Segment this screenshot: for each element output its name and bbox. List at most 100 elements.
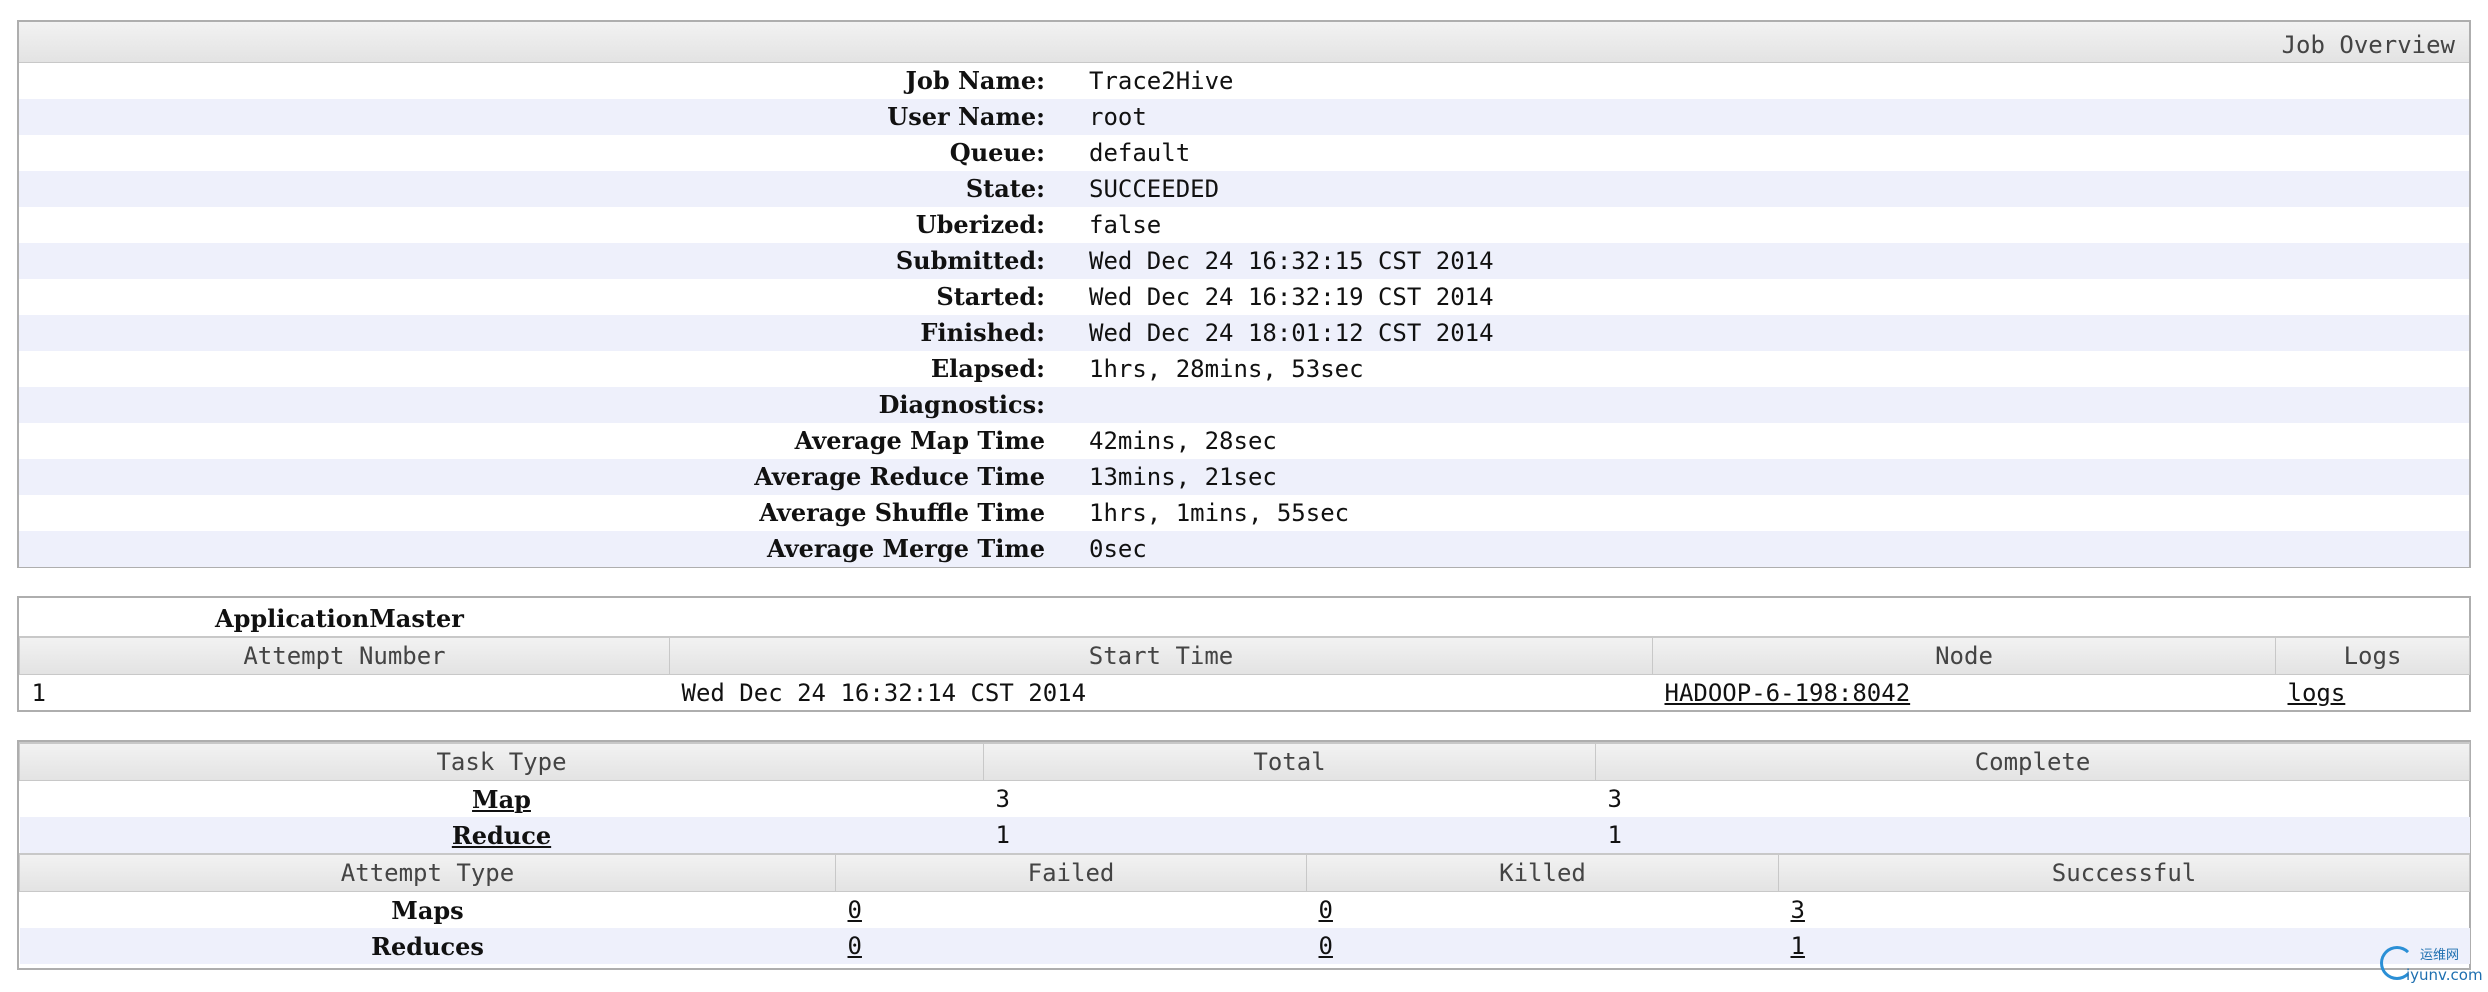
elapsed-label: Elapsed: xyxy=(930,354,1045,383)
application-master-header-row: Attempt Number Start Time Node Logs xyxy=(19,636,2470,675)
watermark-text-cn: 运维网 xyxy=(2420,948,2460,963)
overview-row-user-name: User Name: root xyxy=(19,99,2469,135)
elapsed-value: 1hrs, 28mins, 53sec xyxy=(1089,355,1364,383)
finished-value: Wed Dec 24 18:01:12 CST 2014 xyxy=(1089,319,1494,347)
table-row: Reduces 0 0 1 xyxy=(19,928,2470,964)
started-value: Wed Dec 24 16:32:19 CST 2014 xyxy=(1089,283,1494,311)
complete-cell: 3 xyxy=(1607,785,1622,813)
submitted-value: Wed Dec 24 16:32:15 CST 2014 xyxy=(1089,247,1494,275)
successful-cell: 3 xyxy=(1779,892,2470,929)
avg-merge-time-value: 0sec xyxy=(1089,535,1147,563)
reduces-killed-link[interactable]: 0 xyxy=(1319,932,1333,960)
job-overview-header: Job Overview xyxy=(19,22,2469,63)
started-label: Started: xyxy=(936,282,1045,311)
table-row: Map 3 3 xyxy=(20,781,2470,818)
watermark-text-en: iyunv.com xyxy=(2406,966,2483,984)
maps-successful-link[interactable]: 3 xyxy=(1791,896,1805,924)
col-header-attempt-type: Attempt Type xyxy=(19,853,836,892)
watermark-logo: 运维网 iyunv.com xyxy=(2380,944,2483,990)
overview-row-started: Started: Wed Dec 24 16:32:19 CST 2014 xyxy=(19,279,2469,315)
logs-link[interactable]: logs xyxy=(2288,679,2346,707)
total-cell: 1 xyxy=(983,817,1596,853)
job-name-label: Job Name: xyxy=(905,66,1045,95)
col-header-start-time[interactable]: Start Time xyxy=(669,636,1653,675)
state-value: SUCCEEDED xyxy=(1089,175,1220,203)
reduces-failed-link[interactable]: 0 xyxy=(848,932,862,960)
overview-row-diagnostics: Diagnostics: xyxy=(19,387,2469,423)
avg-map-time-value: 42mins, 28sec xyxy=(1089,427,1277,455)
table-row: Reduce 1 1 xyxy=(19,817,2470,853)
table-row: 1 Wed Dec 24 16:32:14 CST 2014 HADOOP-6-… xyxy=(20,675,2470,712)
killed-cell: 0 xyxy=(1306,928,1779,964)
node-link[interactable]: HADOOP-6-198:8042 xyxy=(1665,679,1911,707)
overview-row-avg-shuffle-time: Average Shuffle Time 1hrs, 1mins, 55sec xyxy=(19,495,2469,531)
attempt-type-cell: Reduces xyxy=(19,928,836,964)
table-row: Maps 0 0 3 xyxy=(20,892,2470,929)
job-overview-title: Job Overview xyxy=(2281,31,2455,59)
uberized-label: Uberized: xyxy=(915,210,1045,239)
maps-killed-link[interactable]: 0 xyxy=(1319,896,1333,924)
successful-cell: 1 xyxy=(1778,928,2470,964)
avg-shuffle-time-value: 1hrs, 1mins, 55sec xyxy=(1089,499,1350,527)
application-master-panel: ApplicationMaster Attempt Number Start T… xyxy=(17,596,2471,712)
task-type-table: Task Type Total Complete Map 3 3 Reduce … xyxy=(19,742,2470,853)
task-summary-panel: Task Type Total Complete Map 3 3 Reduce … xyxy=(17,740,2471,970)
col-header-killed: Killed xyxy=(1306,853,1779,892)
queue-value: default xyxy=(1089,139,1191,167)
start-time-cell: Wed Dec 24 16:32:14 CST 2014 xyxy=(681,679,1087,707)
attempt-number-cell: 1 xyxy=(31,679,46,707)
attempt-type-header-row: Attempt Type Failed Killed Successful xyxy=(19,853,2470,892)
overview-row-elapsed: Elapsed: 1hrs, 28mins, 53sec xyxy=(19,351,2469,387)
col-header-complete: Complete xyxy=(1595,742,2470,781)
total-cell: 3 xyxy=(995,785,1010,813)
avg-map-time-label: Average Map Time xyxy=(794,426,1045,455)
attempt-type-table: Attempt Type Failed Killed Successful Ma… xyxy=(19,853,2470,964)
overview-row-avg-merge-time: Average Merge Time 0sec xyxy=(19,531,2469,567)
submitted-label: Submitted: xyxy=(895,246,1045,275)
logs-cell: logs xyxy=(2276,675,2470,712)
overview-row-uberized: Uberized: false xyxy=(19,207,2469,243)
col-header-attempt-number[interactable]: Attempt Number xyxy=(19,636,670,675)
overview-row-queue: Queue: default xyxy=(19,135,2469,171)
failed-cell: 0 xyxy=(835,928,1307,964)
col-header-total: Total xyxy=(983,742,1596,781)
queue-label: Queue: xyxy=(949,138,1045,167)
user-name-value: root xyxy=(1089,103,1147,131)
user-name-label: User Name: xyxy=(887,102,1045,131)
overview-row-avg-reduce-time: Average Reduce Time 13mins, 21sec xyxy=(19,459,2469,495)
task-type-cell: Reduce xyxy=(19,817,984,853)
overview-row-state: State: SUCCEEDED xyxy=(19,171,2469,207)
application-master-table: Attempt Number Start Time Node Logs 1 We… xyxy=(19,636,2470,711)
reduces-successful-link[interactable]: 1 xyxy=(1791,932,1805,960)
complete-cell: 1 xyxy=(1595,817,2470,853)
attempt-type-cell: Maps xyxy=(391,895,464,925)
finished-label: Finished: xyxy=(920,318,1045,347)
job-name-value: Trace2Hive xyxy=(1089,67,1234,95)
application-master-caption: ApplicationMaster xyxy=(215,604,464,633)
overview-row-submitted: Submitted: Wed Dec 24 16:32:15 CST 2014 xyxy=(19,243,2469,279)
node-cell: HADOOP-6-198:8042 xyxy=(1653,675,2276,712)
overview-row-avg-map-time: Average Map Time 42mins, 28sec xyxy=(19,423,2469,459)
maps-failed-link[interactable]: 0 xyxy=(848,896,862,924)
overview-row-finished: Finished: Wed Dec 24 18:01:12 CST 2014 xyxy=(19,315,2469,351)
avg-merge-time-label: Average Merge Time xyxy=(767,534,1045,563)
avg-shuffle-time-label: Average Shuffle Time xyxy=(759,498,1045,527)
col-header-successful: Successful xyxy=(1778,853,2470,892)
col-header-failed: Failed xyxy=(835,853,1307,892)
job-overview-panel: Job Overview Job Name: Trace2Hive User N… xyxy=(17,20,2471,568)
col-header-node[interactable]: Node xyxy=(1652,636,2276,675)
state-label: State: xyxy=(965,174,1045,203)
avg-reduce-time-label: Average Reduce Time xyxy=(754,462,1045,491)
col-header-logs[interactable]: Logs xyxy=(2275,636,2470,675)
overview-row-job-name: Job Name: Trace2Hive xyxy=(19,63,2469,99)
failed-cell: 0 xyxy=(836,892,1307,929)
task-type-cell: Map xyxy=(20,781,984,818)
task-type-header-row: Task Type Total Complete xyxy=(19,742,2470,781)
col-header-task-type: Task Type xyxy=(19,742,984,781)
killed-cell: 0 xyxy=(1307,892,1779,929)
reduce-tasks-link[interactable]: Reduce xyxy=(452,821,551,850)
diagnostics-label: Diagnostics: xyxy=(878,390,1045,419)
uberized-value: false xyxy=(1089,211,1162,239)
avg-reduce-time-value: 13mins, 21sec xyxy=(1089,463,1277,491)
map-tasks-link[interactable]: Map xyxy=(472,785,531,814)
